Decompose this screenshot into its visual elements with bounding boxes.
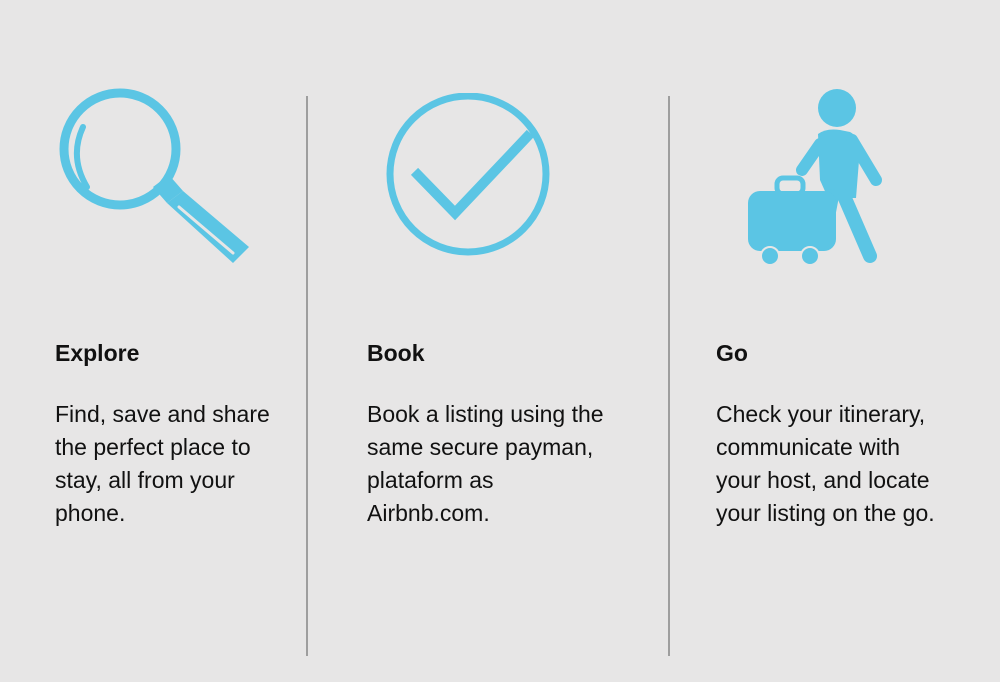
column-divider [306, 96, 308, 656]
feature-explore: Explore Find, save and share the perfect… [55, 0, 295, 682]
feature-description-explore: Find, save and share the perfect place t… [55, 401, 270, 526]
column-divider [668, 96, 670, 656]
feature-title-book: Book [367, 340, 425, 366]
feature-book: Book Book a listing using the same secur… [367, 0, 637, 682]
feature-go: Go Check your itinerary, communicate wit… [716, 0, 986, 682]
feature-title-explore: Explore [55, 340, 140, 366]
feature-description-book: Book a listing using the same secure pay… [367, 401, 604, 526]
checkmark-circle-icon [383, 93, 553, 263]
traveler-with-luggage-icon [748, 88, 888, 268]
magnifying-glass-icon [55, 87, 255, 272]
feature-title-go: Go [716, 340, 748, 366]
feature-description-go: Check your itinerary, communicate with y… [716, 401, 935, 526]
